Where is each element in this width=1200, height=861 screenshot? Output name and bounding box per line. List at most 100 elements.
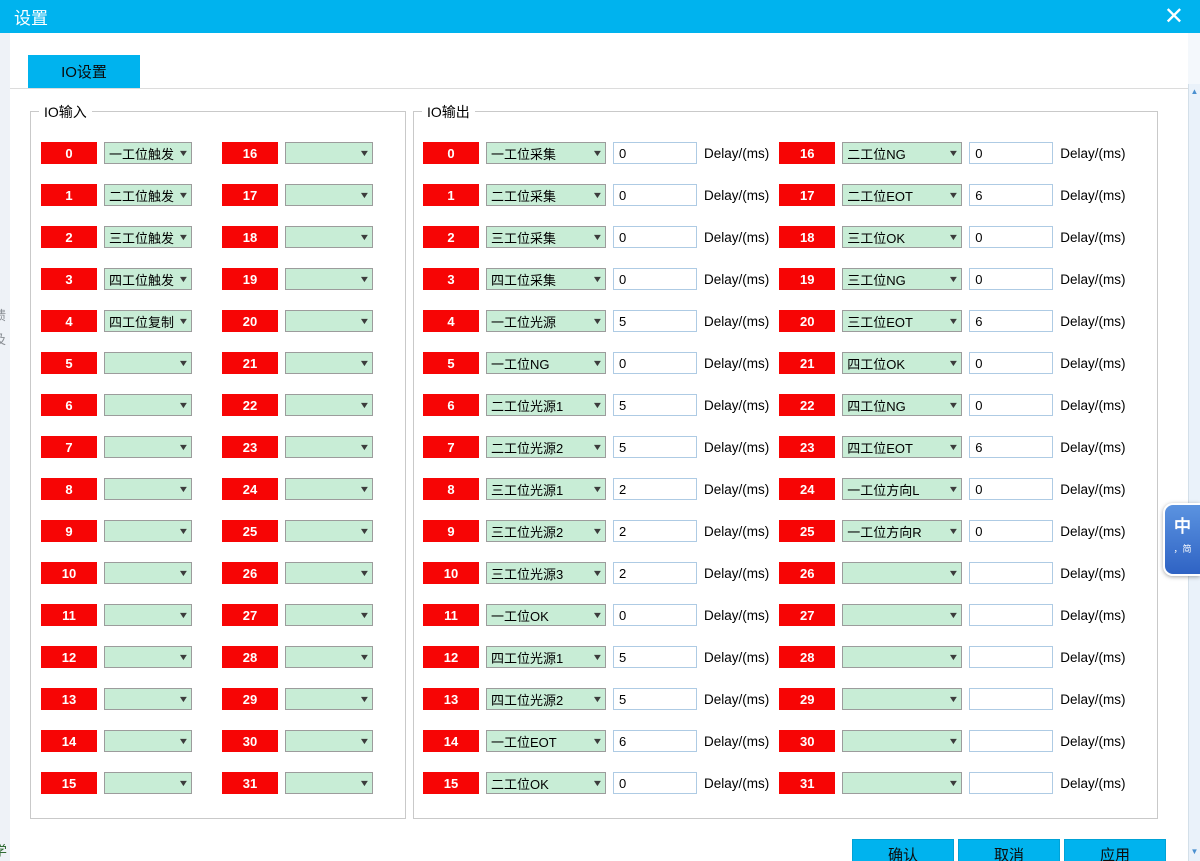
io-function-dropdown[interactable]: 三工位OK ▼ <box>842 226 962 248</box>
io-number-badge[interactable]: 18 <box>779 226 835 248</box>
io-function-dropdown[interactable]: 四工位采集 ▼ <box>486 268 606 290</box>
io-function-dropdown[interactable]: 二工位光源2 ▼ <box>486 436 606 458</box>
io-function-dropdown[interactable]: ▼ <box>285 562 373 584</box>
io-number-badge[interactable]: 30 <box>222 730 278 752</box>
io-number-badge[interactable]: 11 <box>41 604 97 626</box>
io-number-badge[interactable]: 9 <box>423 520 479 542</box>
io-number-badge[interactable]: 29 <box>779 688 835 710</box>
io-function-dropdown[interactable]: 四工位触发 ▼ <box>104 268 192 290</box>
io-number-badge[interactable]: 2 <box>423 226 479 248</box>
delay-input[interactable] <box>613 520 697 542</box>
io-function-dropdown[interactable]: ▼ <box>285 730 373 752</box>
io-function-dropdown[interactable]: ▼ <box>104 520 192 542</box>
io-number-badge[interactable]: 2 <box>41 226 97 248</box>
io-function-dropdown[interactable]: ▼ <box>842 604 962 626</box>
delay-input[interactable] <box>969 268 1053 290</box>
delay-input[interactable] <box>969 772 1053 794</box>
io-function-dropdown[interactable]: ▼ <box>285 184 373 206</box>
io-number-badge[interactable]: 19 <box>222 268 278 290</box>
io-function-dropdown[interactable]: ▼ <box>285 478 373 500</box>
delay-input[interactable] <box>969 226 1053 248</box>
io-function-dropdown[interactable]: ▼ <box>104 478 192 500</box>
io-function-dropdown[interactable]: ▼ <box>104 436 192 458</box>
delay-input[interactable] <box>969 604 1053 626</box>
io-number-badge[interactable]: 21 <box>779 352 835 374</box>
io-function-dropdown[interactable]: ▼ <box>842 562 962 584</box>
io-function-dropdown[interactable]: ▼ <box>285 520 373 542</box>
io-number-badge[interactable]: 17 <box>779 184 835 206</box>
delay-input[interactable] <box>969 730 1053 752</box>
io-number-badge[interactable]: 8 <box>41 478 97 500</box>
delay-input[interactable] <box>969 478 1053 500</box>
io-function-dropdown[interactable]: ▼ <box>285 688 373 710</box>
io-function-dropdown[interactable]: ▼ <box>285 226 373 248</box>
io-number-badge[interactable]: 31 <box>222 772 278 794</box>
io-number-badge[interactable]: 13 <box>423 688 479 710</box>
io-number-badge[interactable]: 8 <box>423 478 479 500</box>
io-function-dropdown[interactable]: ▼ <box>285 646 373 668</box>
io-function-dropdown[interactable]: 三工位NG ▼ <box>842 268 962 290</box>
io-function-dropdown[interactable]: 四工位光源1 ▼ <box>486 646 606 668</box>
io-function-dropdown[interactable]: 三工位光源1 ▼ <box>486 478 606 500</box>
io-number-badge[interactable]: 11 <box>423 604 479 626</box>
io-function-dropdown[interactable]: 四工位光源2 ▼ <box>486 688 606 710</box>
io-number-badge[interactable]: 26 <box>222 562 278 584</box>
io-function-dropdown[interactable]: 二工位OK ▼ <box>486 772 606 794</box>
io-function-dropdown[interactable]: 一工位光源 ▼ <box>486 310 606 332</box>
delay-input[interactable] <box>613 352 697 374</box>
io-number-badge[interactable]: 10 <box>423 562 479 584</box>
delay-input[interactable] <box>969 520 1053 542</box>
delay-input[interactable] <box>613 268 697 290</box>
io-function-dropdown[interactable]: ▼ <box>285 268 373 290</box>
io-number-badge[interactable]: 13 <box>41 688 97 710</box>
ime-widget[interactable]: 中 ，简 <box>1163 503 1200 576</box>
io-function-dropdown[interactable]: 四工位OK ▼ <box>842 352 962 374</box>
io-number-badge[interactable]: 4 <box>41 310 97 332</box>
io-function-dropdown[interactable]: 二工位采集 ▼ <box>486 184 606 206</box>
io-function-dropdown[interactable]: ▼ <box>842 730 962 752</box>
io-number-badge[interactable]: 1 <box>41 184 97 206</box>
io-number-badge[interactable]: 7 <box>423 436 479 458</box>
io-function-dropdown[interactable]: ▼ <box>285 310 373 332</box>
io-number-badge[interactable]: 25 <box>222 520 278 542</box>
io-function-dropdown[interactable]: 二工位触发 ▼ <box>104 184 192 206</box>
delay-input[interactable] <box>613 688 697 710</box>
io-function-dropdown[interactable]: 一工位采集 ▼ <box>486 142 606 164</box>
io-number-badge[interactable]: 1 <box>423 184 479 206</box>
io-number-badge[interactable]: 22 <box>222 394 278 416</box>
delay-input[interactable] <box>613 142 697 164</box>
delay-input[interactable] <box>613 184 697 206</box>
io-function-dropdown[interactable]: 二工位NG ▼ <box>842 142 962 164</box>
scroll-down-icon[interactable]: ▼ <box>1189 845 1200 859</box>
delay-input[interactable] <box>969 394 1053 416</box>
io-function-dropdown[interactable]: 一工位EOT ▼ <box>486 730 606 752</box>
io-number-badge[interactable]: 10 <box>41 562 97 584</box>
io-number-badge[interactable]: 6 <box>41 394 97 416</box>
io-function-dropdown[interactable]: 三工位EOT ▼ <box>842 310 962 332</box>
io-function-dropdown[interactable]: 三工位光源3 ▼ <box>486 562 606 584</box>
io-function-dropdown[interactable]: 四工位复制 ▼ <box>104 310 192 332</box>
delay-input[interactable] <box>613 562 697 584</box>
delay-input[interactable] <box>969 562 1053 584</box>
io-number-badge[interactable]: 19 <box>779 268 835 290</box>
io-number-badge[interactable]: 18 <box>222 226 278 248</box>
delay-input[interactable] <box>969 688 1053 710</box>
io-number-badge[interactable]: 5 <box>41 352 97 374</box>
io-number-badge[interactable]: 4 <box>423 310 479 332</box>
io-number-badge[interactable]: 7 <box>41 436 97 458</box>
io-function-dropdown[interactable]: ▼ <box>104 352 192 374</box>
io-number-badge[interactable]: 28 <box>222 646 278 668</box>
confirm-button[interactable]: 确认 <box>852 839 954 861</box>
io-number-badge[interactable]: 3 <box>41 268 97 290</box>
io-function-dropdown[interactable]: 一工位NG ▼ <box>486 352 606 374</box>
io-number-badge[interactable]: 15 <box>41 772 97 794</box>
io-number-badge[interactable]: 14 <box>41 730 97 752</box>
io-number-badge[interactable]: 16 <box>779 142 835 164</box>
delay-input[interactable] <box>969 142 1053 164</box>
io-number-badge[interactable]: 16 <box>222 142 278 164</box>
delay-input[interactable] <box>969 184 1053 206</box>
delay-input[interactable] <box>613 604 697 626</box>
io-function-dropdown[interactable]: 三工位光源2 ▼ <box>486 520 606 542</box>
io-function-dropdown[interactable]: ▼ <box>104 730 192 752</box>
cancel-button[interactable]: 取消 <box>958 839 1060 861</box>
